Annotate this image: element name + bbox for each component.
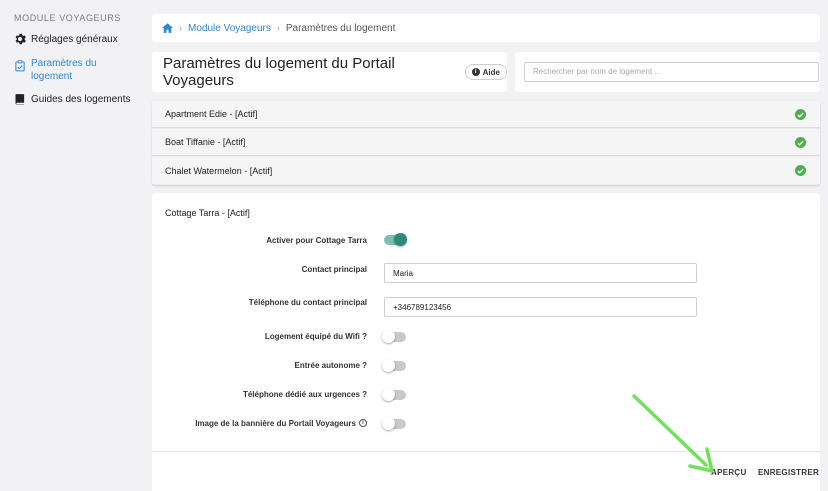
- toggle-knob: [394, 233, 407, 246]
- check-icon: [795, 137, 806, 148]
- panel-title[interactable]: Cottage Tarra - [Actif]: [165, 208, 250, 218]
- banner-label: Image de la bannière du Portail Voyageur…: [195, 419, 367, 428]
- sidebar-item-label-line1: Paramètres du: [31, 58, 97, 69]
- list-item[interactable]: Chalet Watermelon - [Actif]: [152, 157, 820, 184]
- title-card: Paramètres du logement du Portail Voyage…: [152, 52, 507, 92]
- list-item[interactable]: Apartment Edie - [Actif]: [152, 101, 820, 128]
- emergency-toggle[interactable]: [382, 388, 406, 401]
- gear-icon: [15, 33, 26, 45]
- sidebar-item-label: Guides des logements: [31, 94, 131, 105]
- sidebar: MODULE VOYAGEURS Réglages généraux Param…: [0, 0, 145, 491]
- banner-label-text: Image de la bannière du Portail Voyageur…: [195, 419, 356, 428]
- wifi-toggle[interactable]: [382, 330, 406, 343]
- self-checkin-toggle[interactable]: [382, 359, 406, 372]
- breadcrumb-module-link[interactable]: Module Voyageurs: [188, 23, 271, 34]
- home-icon[interactable]: [162, 23, 173, 33]
- list-item[interactable]: Boat Tiffanie - [Actif]: [152, 129, 820, 156]
- self-checkin-label: Entrée autonome ?: [294, 361, 367, 370]
- toggle-knob: [382, 330, 395, 343]
- activate-toggle[interactable]: [384, 233, 407, 246]
- check-icon: [795, 165, 806, 176]
- wifi-label: Logement équipé du Wifi ?: [264, 332, 367, 341]
- listing-label: Boat Tiffanie - [Actif]: [165, 137, 246, 147]
- search-input[interactable]: [524, 61, 819, 82]
- phone-field[interactable]: [384, 297, 697, 317]
- book-icon: [15, 94, 25, 105]
- phone-label: Téléphone du contact principal: [248, 298, 367, 307]
- sidebar-section-title: MODULE VOYAGEURS: [14, 13, 121, 23]
- info-icon[interactable]: i: [359, 419, 367, 427]
- listing-accordion: Apartment Edie - [Actif] Boat Tiffanie -…: [152, 101, 820, 185]
- chevron-right-icon: ›: [276, 23, 280, 33]
- toggle-knob: [382, 359, 395, 372]
- toggle-knob: [382, 388, 395, 401]
- preview-button[interactable]: APERÇU: [711, 468, 747, 477]
- sidebar-item-listing-settings[interactable]: Paramètres du logement: [14, 57, 97, 83]
- sidebar-item-guides[interactable]: Guides des logements: [14, 93, 131, 106]
- clipboard-check-icon: [15, 60, 25, 72]
- search-card: [515, 52, 820, 92]
- breadcrumb-current: Paramètres du logement: [285, 22, 396, 34]
- info-icon: i: [471, 68, 480, 76]
- expanded-listing-panel: Cottage Tarra - [Actif] Activer pour Cot…: [152, 193, 820, 491]
- listing-label: Chalet Watermelon - [Actif]: [165, 165, 273, 176]
- listing-label: Apartment Edie - [Actif]: [165, 109, 258, 119]
- sidebar-item-label: Paramètres du logement: [31, 57, 97, 83]
- help-button[interactable]: i Aide: [464, 64, 507, 80]
- sidebar-item-general-settings[interactable]: Réglages généraux: [14, 33, 118, 46]
- sidebar-item-label: Réglages généraux: [31, 34, 118, 45]
- contact-label: Contact principal: [301, 265, 367, 274]
- save-button[interactable]: ENREGISTRER: [758, 468, 819, 477]
- page-title: Paramètres du logement du Portail Voyage…: [163, 55, 395, 89]
- activate-label: Activer pour Cottage Tarra: [266, 236, 367, 245]
- banner-toggle[interactable]: [382, 417, 406, 430]
- toggle-knob: [382, 417, 395, 430]
- sidebar-item-label-line2: logement: [31, 71, 73, 82]
- panel-footer: APERÇU ENREGISTRER: [152, 451, 820, 491]
- contact-field[interactable]: [384, 263, 697, 283]
- breadcrumb: › Module Voyageurs › Paramètres du logem…: [152, 14, 820, 42]
- check-icon: [795, 109, 806, 120]
- emergency-label: Téléphone dédié aux urgences ?: [242, 390, 367, 399]
- help-button-label: Aide: [482, 67, 500, 77]
- chevron-right-icon: ›: [179, 23, 182, 33]
